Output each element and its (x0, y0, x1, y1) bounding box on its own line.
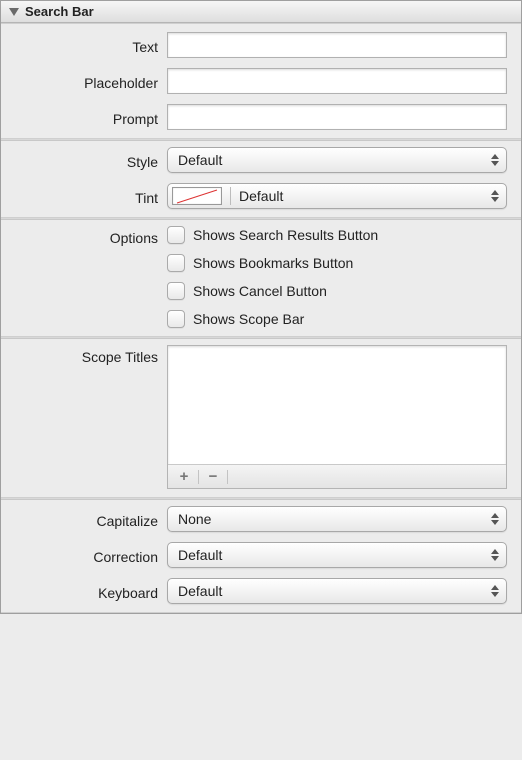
option-label: Shows Search Results Button (193, 227, 378, 243)
option-label: Shows Bookmarks Button (193, 255, 353, 271)
option-bookmarks[interactable]: Shows Bookmarks Button (167, 254, 507, 272)
capitalize-label: Capitalize (9, 509, 167, 529)
option-label: Shows Cancel Button (193, 283, 327, 299)
section-header[interactable]: Search Bar (1, 1, 521, 23)
tint-color-well[interactable] (172, 187, 222, 205)
popup-arrows-icon (487, 186, 502, 206)
checkbox-icon[interactable] (167, 254, 185, 272)
prompt-label: Prompt (9, 107, 167, 127)
keyboard-value: Default (178, 583, 222, 599)
correction-popup[interactable]: Default (167, 542, 507, 568)
no-color-icon (177, 190, 217, 204)
style-group: Style Default Tint Default (1, 139, 521, 218)
checkbox-icon[interactable] (167, 310, 185, 328)
correction-value: Default (178, 547, 222, 563)
options-group: Options Shows Search Results Button Show… (1, 218, 521, 337)
text-label: Text (9, 35, 167, 55)
popup-arrows-icon (487, 509, 502, 529)
popup-arrows-icon (487, 581, 502, 601)
tint-value: Default (239, 188, 283, 204)
text-field[interactable] (167, 32, 507, 58)
popup-arrows-icon (487, 150, 502, 170)
capitalize-popup[interactable]: None (167, 506, 507, 532)
tint-label: Tint (9, 186, 167, 206)
scope-titles-list[interactable]: + − (167, 345, 507, 489)
text-input-group: Capitalize None Correction Default (1, 498, 521, 613)
keyboard-popup[interactable]: Default (167, 578, 507, 604)
options-label: Options (9, 226, 167, 246)
option-search-results[interactable]: Shows Search Results Button (167, 226, 507, 244)
minus-icon: − (209, 468, 218, 485)
style-popup[interactable]: Default (167, 147, 507, 173)
placeholder-field[interactable] (167, 68, 507, 94)
disclosure-triangle-icon[interactable] (9, 8, 19, 16)
style-value: Default (178, 152, 222, 168)
style-label: Style (9, 150, 167, 170)
option-cancel[interactable]: Shows Cancel Button (167, 282, 507, 300)
plus-icon: + (180, 468, 189, 485)
correction-label: Correction (9, 545, 167, 565)
checkbox-icon[interactable] (167, 282, 185, 300)
text-group: Text Placeholder Prompt (1, 23, 521, 139)
capitalize-value: None (178, 511, 211, 527)
add-button[interactable]: + (172, 467, 196, 487)
tint-popup[interactable]: Default (167, 183, 507, 209)
separator (198, 470, 199, 484)
scope-group: Scope Titles + − (1, 337, 521, 498)
separator (230, 187, 231, 205)
separator (227, 470, 228, 484)
section-title: Search Bar (25, 4, 94, 19)
remove-button[interactable]: − (201, 467, 225, 487)
option-scope-bar[interactable]: Shows Scope Bar (167, 310, 507, 328)
list-footer: + − (168, 464, 506, 488)
inspector-panel: Search Bar Text Placeholder Prompt Style (0, 0, 522, 614)
checkbox-icon[interactable] (167, 226, 185, 244)
scope-label: Scope Titles (9, 345, 167, 365)
prompt-field[interactable] (167, 104, 507, 130)
list-body[interactable] (168, 346, 506, 464)
placeholder-label: Placeholder (9, 71, 167, 91)
option-label: Shows Scope Bar (193, 311, 304, 327)
keyboard-label: Keyboard (9, 581, 167, 601)
popup-arrows-icon (487, 545, 502, 565)
